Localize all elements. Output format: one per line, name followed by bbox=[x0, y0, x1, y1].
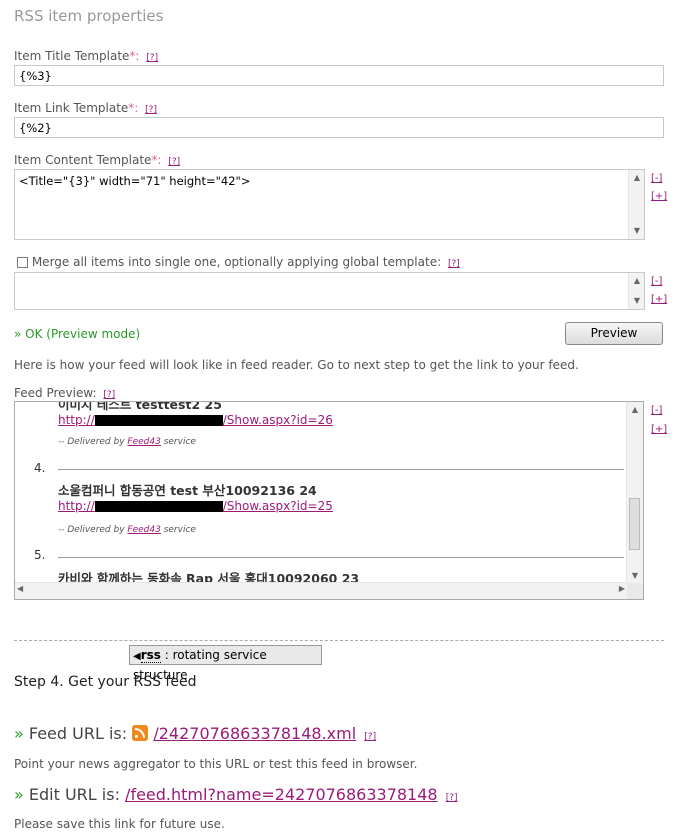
feed-preview-box[interactable]: 이미지 테스트 testtest2 25 http:///Show.aspx?i… bbox=[14, 401, 644, 600]
feed-url-note: Point your news aggregator to this URL o… bbox=[14, 757, 418, 771]
rss-icon[interactable] bbox=[132, 725, 149, 741]
item-divider bbox=[58, 557, 624, 558]
scroll-corner bbox=[627, 583, 643, 599]
scroll-down-icon[interactable]: ▼ bbox=[627, 569, 643, 583]
scroll-left-icon[interactable]: ◀ bbox=[17, 584, 23, 593]
scroll-up-icon[interactable]: ▲ bbox=[629, 171, 645, 185]
required-marker: *: bbox=[128, 101, 139, 115]
feed-preview-label: Feed Preview: bbox=[14, 386, 97, 400]
title-template-label: Item Title Template bbox=[14, 49, 130, 63]
help-link[interactable]: [?] bbox=[146, 53, 158, 63]
edit-url-link[interactable]: /feed.html?name=2427076863378148 bbox=[125, 785, 438, 804]
redaction-block bbox=[94, 501, 223, 512]
preview-item-number: 4. bbox=[34, 461, 46, 475]
shrink-preview-link[interactable]: [-] bbox=[651, 405, 662, 416]
help-link[interactable]: [?] bbox=[446, 793, 458, 803]
redaction-block bbox=[94, 415, 223, 426]
vertical-scrollbar[interactable]: ▲ ▼ bbox=[628, 170, 644, 239]
content-template-label: Item Content Template bbox=[14, 153, 152, 167]
preview-hint: Here is how your feed will look like in … bbox=[14, 358, 579, 372]
preview-button[interactable]: Preview bbox=[565, 322, 663, 345]
feed-url-row: » Feed URL is: /2427076863378148.xml [?] bbox=[14, 724, 376, 743]
help-link[interactable]: [?] bbox=[168, 157, 180, 167]
preview-item-title: 소울컴퍼니 합동공연 test 부산10092136 24 bbox=[58, 483, 317, 498]
required-marker: *: bbox=[151, 153, 162, 167]
preview-item-title: 이미지 테스트 testtest2 25 bbox=[58, 401, 222, 412]
link-template-input[interactable]: {%2} bbox=[14, 117, 664, 138]
merge-template-textarea[interactable]: ▲ ▼ bbox=[14, 272, 645, 310]
ok-status: » OK (Preview mode) bbox=[14, 327, 141, 341]
section-title: RSS item properties bbox=[14, 7, 164, 25]
feed43-link[interactable]: Feed43 bbox=[127, 437, 160, 447]
content-template-textarea[interactable]: <Title="{3}" width="71" height="42"> ▲ ▼ bbox=[14, 169, 645, 240]
preview-item-link[interactable]: http:///Show.aspx?id=26 bbox=[58, 413, 333, 427]
title-template-input[interactable]: {%3} bbox=[14, 65, 664, 86]
shrink-textarea-link[interactable]: [-] bbox=[651, 276, 662, 287]
step4-title: Step 4. Get your RSS feed bbox=[14, 674, 197, 690]
scroll-up-icon[interactable]: ▲ bbox=[629, 274, 645, 288]
preview-item-link[interactable]: http:///Show.aspx?id=25 bbox=[58, 499, 333, 513]
help-link[interactable]: [?] bbox=[364, 732, 376, 742]
help-link[interactable]: [?] bbox=[145, 105, 157, 115]
scroll-right-icon[interactable]: ▶ bbox=[619, 584, 625, 593]
help-link[interactable]: [?] bbox=[448, 259, 460, 269]
scroll-up-icon[interactable]: ▲ bbox=[627, 403, 643, 417]
feed-url-link[interactable]: /2427076863378148.xml bbox=[153, 724, 356, 743]
shrink-textarea-link[interactable]: [-] bbox=[651, 173, 662, 184]
grow-preview-link[interactable]: [+] bbox=[651, 424, 667, 435]
edit-url-row: » Edit URL is: /feed.html?name=242707686… bbox=[14, 785, 458, 804]
edit-url-label: » Edit URL is: bbox=[14, 785, 120, 804]
preview-item-number: 5. bbox=[34, 548, 46, 562]
scroll-down-icon[interactable]: ▼ bbox=[629, 224, 645, 238]
tooltip-abbr: rss bbox=[140, 648, 161, 663]
scrollbar-thumb[interactable] bbox=[629, 498, 640, 550]
content-template-label-row: Item Content Template*: [?] bbox=[14, 153, 180, 167]
merge-label: Merge all items into single one, optiona… bbox=[31, 255, 442, 269]
help-link[interactable]: [?] bbox=[103, 390, 115, 400]
preview-delivered-by: -- Delivered by Feed43 service bbox=[58, 525, 196, 535]
title-template-label-row: Item Title Template*: [?] bbox=[14, 49, 158, 63]
content-template-value: <Title="{3}" width="71" height="42"> bbox=[19, 174, 251, 188]
grow-textarea-link[interactable]: [+] bbox=[651, 294, 667, 305]
preview-horizontal-scrollbar[interactable]: ◀ ▶ bbox=[15, 582, 627, 599]
item-divider bbox=[58, 469, 624, 470]
required-marker: *: bbox=[129, 49, 140, 63]
edit-url-note: Please save this link for future use. bbox=[14, 817, 225, 831]
abbreviation-tooltip: ◀rss : rotating service structure bbox=[129, 645, 322, 682]
merge-row: Merge all items into single one, optiona… bbox=[17, 255, 460, 269]
preview-delivered-by: -- Delivered by Feed43 service bbox=[58, 437, 196, 447]
grow-textarea-link[interactable]: [+] bbox=[651, 191, 667, 202]
preview-vertical-scrollbar[interactable]: ▲ ▼ bbox=[626, 402, 643, 584]
feed-url-label: » Feed URL is: bbox=[14, 724, 128, 743]
speaker-icon: ◀ bbox=[133, 651, 141, 662]
scroll-down-icon[interactable]: ▼ bbox=[629, 294, 645, 308]
link-template-label-row: Item Link Template*: [?] bbox=[14, 101, 157, 115]
section-divider bbox=[14, 640, 664, 641]
merge-checkbox[interactable] bbox=[17, 257, 28, 268]
feed43-link[interactable]: Feed43 bbox=[127, 525, 160, 535]
link-template-label: Item Link Template bbox=[14, 101, 129, 115]
feed-preview-label-row: Feed Preview: [?] bbox=[14, 386, 115, 400]
vertical-scrollbar[interactable]: ▲ ▼ bbox=[628, 273, 644, 309]
